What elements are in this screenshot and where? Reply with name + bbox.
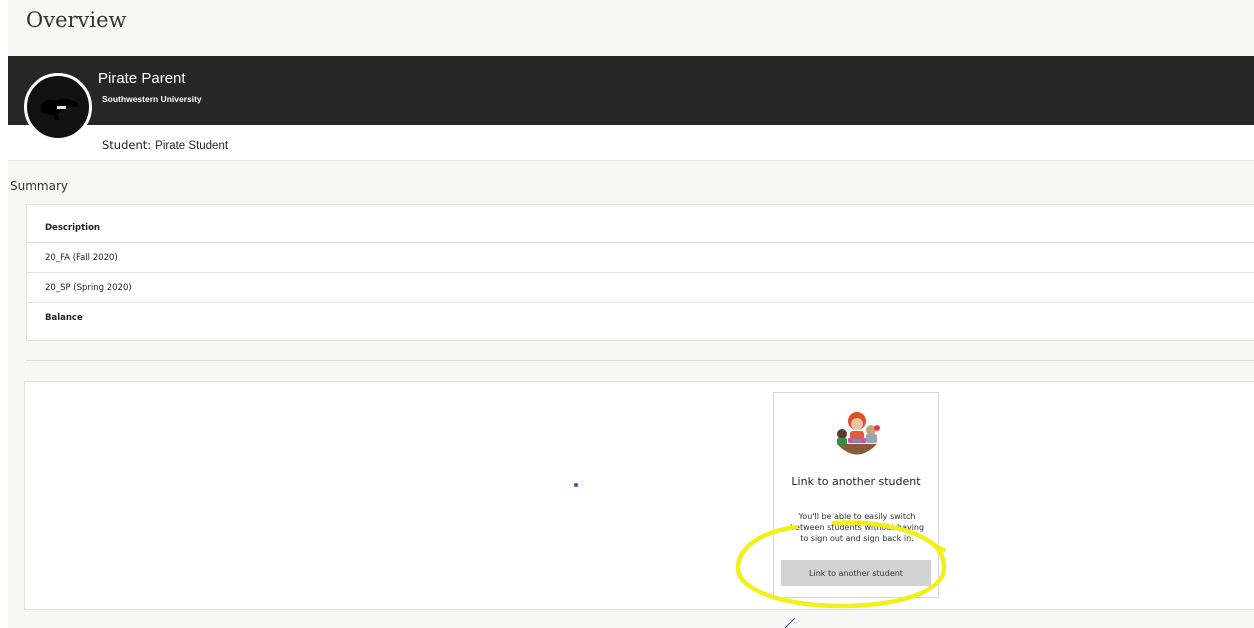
avatar[interactable] — [24, 73, 92, 141]
link-card-description: You'll be able to easily switch between … — [789, 512, 925, 543]
cursor-dot — [574, 483, 578, 487]
profile-banner — [8, 56, 1254, 125]
section-divider — [26, 360, 1254, 361]
summary-heading: Summary — [10, 179, 68, 193]
link-card-title: Link to another student — [791, 475, 921, 488]
link-student-button[interactable]: Link to another student — [781, 560, 931, 586]
summary-row-term[interactable]: 20_SP (Spring 2020) — [27, 273, 1254, 303]
user-name: Pirate Parent — [98, 70, 186, 87]
summary-row-term[interactable]: 20_FA (Fall 2020) — [27, 243, 1254, 273]
student-value: Pirate Student — [155, 140, 229, 152]
pirate-silhouette-icon — [40, 98, 78, 120]
link-student-area — [24, 381, 1254, 610]
user-school: Southwestern University — [102, 94, 202, 104]
summary-row-description: Description — [27, 213, 1254, 243]
student-selector: Student: Pirate Student — [102, 138, 228, 152]
link-student-card: Link to another student You'll be able t… — [773, 392, 939, 598]
student-label: Student: — [102, 138, 152, 152]
students-group-illustration — [837, 412, 880, 455]
summary-card: Description 20_FA (Fall 2020) 20_SP (Spr… — [26, 204, 1254, 341]
page-title: Overview — [26, 8, 127, 32]
summary-row-balance: Balance — [45, 313, 83, 323]
